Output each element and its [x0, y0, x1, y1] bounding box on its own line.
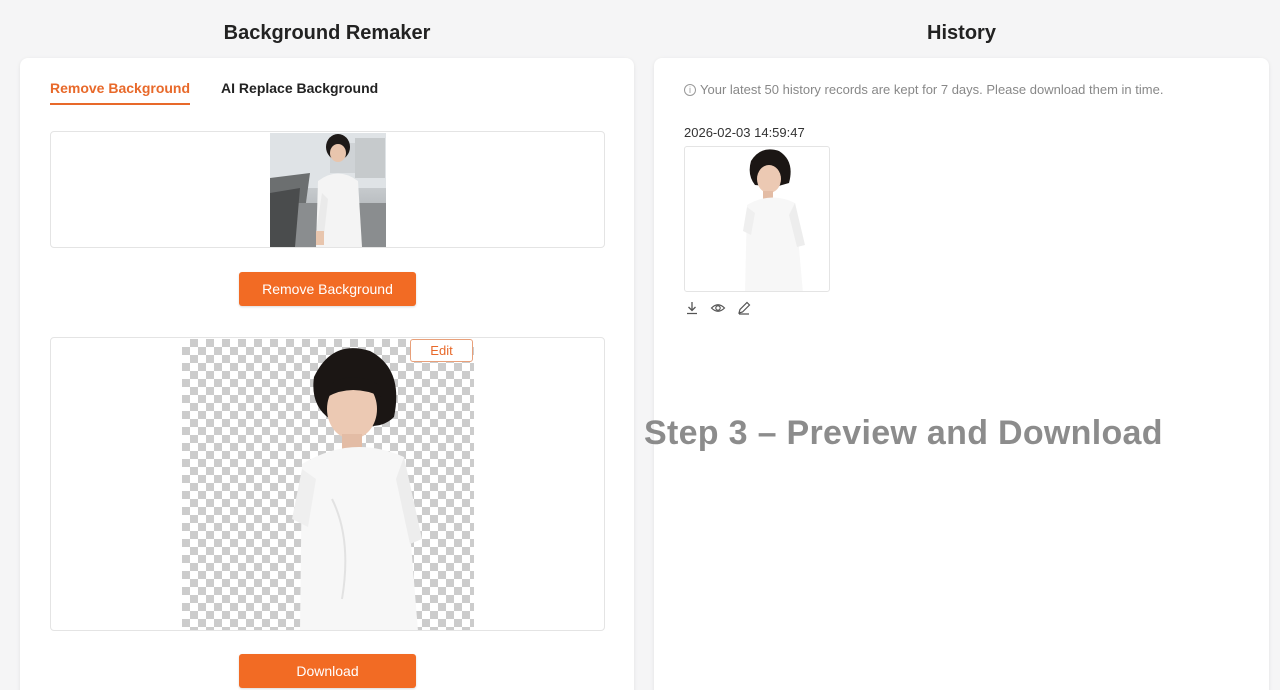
tab-remove-background[interactable]: Remove Background — [50, 80, 191, 105]
remove-background-button[interactable]: Remove Background — [239, 272, 416, 306]
history-panel: i Your latest 50 history records are kep… — [654, 58, 1269, 690]
edit-pencil-icon[interactable] — [736, 300, 752, 316]
preview-eye-icon[interactable] — [710, 300, 726, 316]
download-button[interactable]: Download — [239, 654, 416, 688]
history-actions — [684, 300, 752, 316]
mode-tabs: Remove Background AI Replace Background — [50, 80, 378, 105]
result-preview: Edit — [50, 337, 605, 631]
download-icon[interactable] — [684, 300, 700, 316]
history-thumbnail[interactable] — [684, 146, 830, 292]
history-notice: i Your latest 50 history records are kep… — [684, 82, 1163, 97]
transparent-background — [182, 339, 474, 630]
history-title: History — [927, 22, 996, 44]
info-icon: i — [684, 83, 696, 96]
edit-button[interactable]: Edit — [410, 339, 473, 362]
remaker-title: Background Remaker — [223, 22, 431, 44]
upload-area[interactable] — [50, 131, 605, 248]
history-notice-text: Your latest 50 history records are kept … — [700, 82, 1164, 97]
tab-ai-replace-background[interactable]: AI Replace Background — [221, 80, 378, 105]
original-image — [270, 133, 386, 247]
history-timestamp: 2026-02-03 14:59:47 — [684, 125, 805, 140]
remaker-panel: Remove Background AI Replace Background … — [20, 58, 634, 690]
